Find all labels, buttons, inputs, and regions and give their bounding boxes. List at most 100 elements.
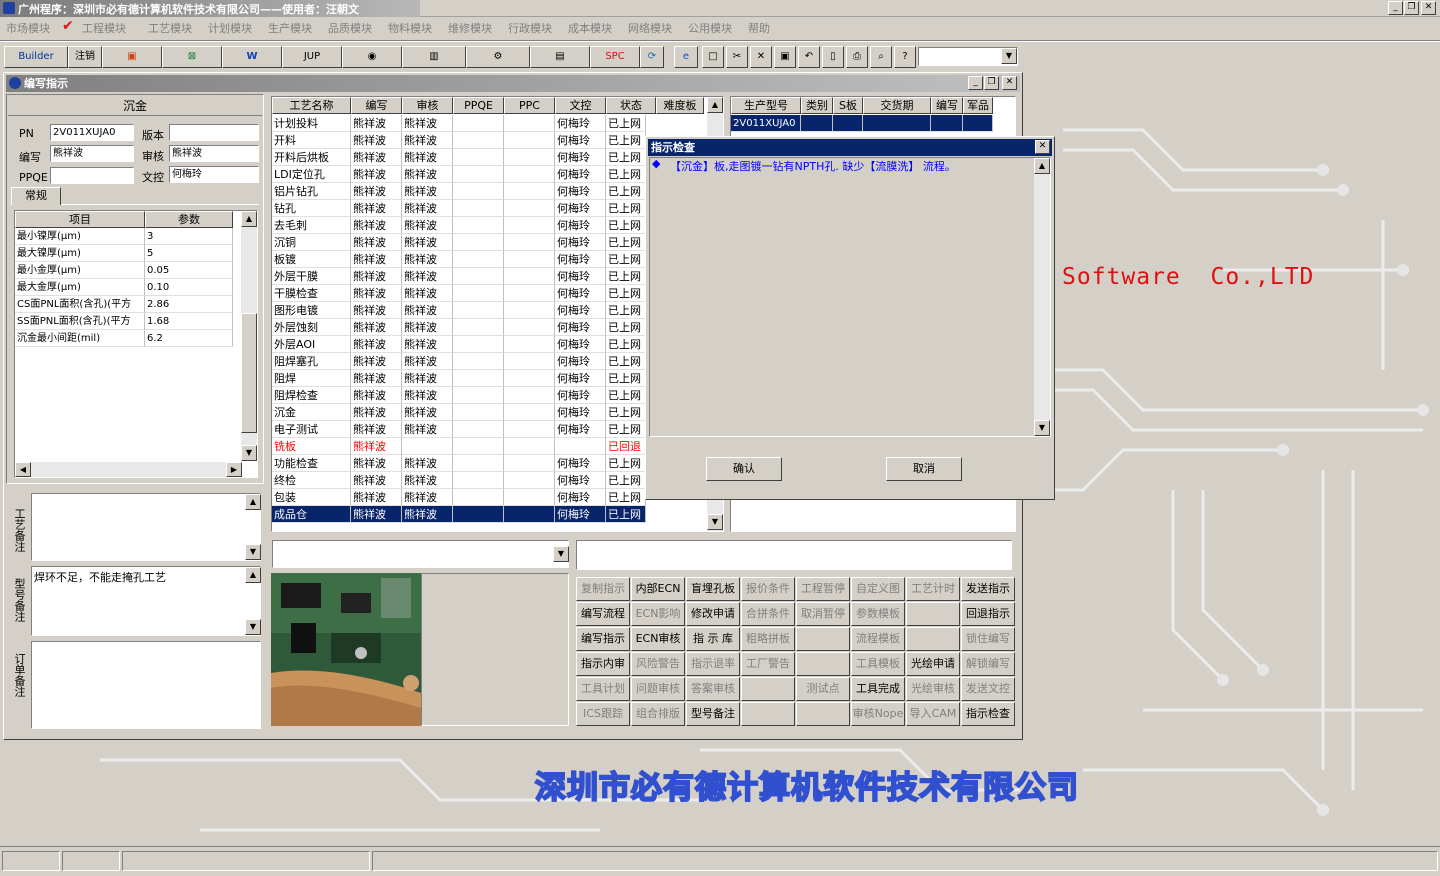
model-header[interactable]: 编写 xyxy=(931,97,963,114)
param-item[interactable]: SS面PNL面积(含孔)(平方 xyxy=(15,313,145,330)
process-cell[interactable]: 熊祥波 xyxy=(351,336,402,353)
menu-process[interactable]: 工艺模块 xyxy=(148,20,192,36)
param-value[interactable]: 6.2 xyxy=(145,330,233,347)
process-cell[interactable]: 熊祥波 xyxy=(402,404,453,421)
action-button[interactable]: ECN影响 xyxy=(631,602,685,626)
scroll-up-icon[interactable]: ▲ xyxy=(245,567,261,583)
process-cell[interactable] xyxy=(453,506,504,523)
process-cell[interactable]: 熊祥波 xyxy=(351,149,402,166)
process-header[interactable]: 状态 xyxy=(606,97,656,114)
process-cell[interactable]: 何梅玲 xyxy=(555,132,606,149)
scroll-right-icon[interactable]: ▶ xyxy=(226,462,242,477)
scroll-left-icon[interactable]: ◀ xyxy=(15,462,31,477)
param-value[interactable]: 3 xyxy=(145,228,233,245)
process-cell[interactable]: 何梅玲 xyxy=(555,336,606,353)
process-cell[interactable]: 阻焊塞孔 xyxy=(272,353,351,370)
process-cell[interactable]: 何梅玲 xyxy=(555,506,606,523)
process-cell[interactable]: 已上网 xyxy=(606,353,646,370)
process-cell[interactable]: 熊祥波 xyxy=(402,115,453,132)
writer-field[interactable]: 熊祥波 xyxy=(50,145,134,162)
action-button[interactable]: 取消暂停 xyxy=(796,602,850,626)
action-button[interactable]: 合拼条件 xyxy=(741,602,795,626)
process-cell[interactable] xyxy=(504,438,555,455)
computer-icon[interactable]: ▤ xyxy=(530,46,590,68)
action-button[interactable]: 光绘申请 xyxy=(906,652,960,676)
print-icon[interactable]: ⎙ xyxy=(846,46,868,68)
process-cell[interactable]: 已上网 xyxy=(606,421,646,438)
process-cell[interactable]: 熊祥波 xyxy=(351,353,402,370)
scroll-down-icon[interactable]: ▼ xyxy=(707,514,723,530)
jup-button[interactable]: JUP xyxy=(282,46,342,68)
process-header[interactable]: PPC xyxy=(504,97,555,114)
help-icon[interactable]: ? xyxy=(894,46,916,68)
scroll-down-icon[interactable]: ▼ xyxy=(245,619,261,635)
process-cell[interactable]: 何梅玲 xyxy=(555,149,606,166)
process-cell[interactable]: 已上网 xyxy=(606,166,646,183)
model-header[interactable]: S板 xyxy=(833,97,863,114)
process-cell[interactable]: 已上网 xyxy=(606,115,646,132)
process-cell[interactable]: 熊祥波 xyxy=(402,472,453,489)
process-cell[interactable] xyxy=(453,217,504,234)
process-cell[interactable] xyxy=(453,336,504,353)
action-button[interactable]: 报价条件 xyxy=(741,577,795,601)
process-cell[interactable]: 功能检查 xyxy=(272,455,351,472)
process-header[interactable]: 审核 xyxy=(402,97,453,114)
process-cell[interactable]: 成品仓 xyxy=(272,506,351,523)
process-cell[interactable]: 熊祥波 xyxy=(351,217,402,234)
process-cell[interactable] xyxy=(504,472,555,489)
action-button[interactable]: 内部ECN xyxy=(631,577,685,601)
process-cell[interactable]: 何梅玲 xyxy=(555,183,606,200)
param-value[interactable]: 2.86 xyxy=(145,296,233,313)
process-cell[interactable]: 熊祥波 xyxy=(351,285,402,302)
process-cell[interactable] xyxy=(453,370,504,387)
ppqe-field[interactable] xyxy=(50,167,134,184)
process-cell[interactable] xyxy=(453,404,504,421)
process-cell[interactable]: 熊祥波 xyxy=(402,285,453,302)
process-cell[interactable]: 熊祥波 xyxy=(351,251,402,268)
delete-icon[interactable]: ✕ xyxy=(750,46,772,68)
process-cell[interactable] xyxy=(453,251,504,268)
find-icon[interactable]: ⌕ xyxy=(870,46,892,68)
model-header[interactable]: 类别 xyxy=(801,97,833,114)
menu-admin[interactable]: 行政模块 xyxy=(508,20,552,36)
process-cell[interactable] xyxy=(453,302,504,319)
menu-production[interactable]: 生产模块 xyxy=(268,20,312,36)
param-item[interactable]: 最小金厚(μm) xyxy=(15,262,145,279)
action-button[interactable]: 盲埋孔板 xyxy=(686,577,740,601)
process-cell[interactable]: 已上网 xyxy=(606,217,646,234)
process-cell[interactable]: 铣板 xyxy=(272,438,351,455)
process-cell[interactable]: 熊祥波 xyxy=(402,183,453,200)
process-cell[interactable]: 已上网 xyxy=(606,404,646,421)
menu-help[interactable]: 帮助 xyxy=(748,20,770,36)
process-cell[interactable]: 已上网 xyxy=(606,234,646,251)
process-cell[interactable]: 熊祥波 xyxy=(402,234,453,251)
process-cell[interactable]: 何梅玲 xyxy=(555,404,606,421)
search-field[interactable] xyxy=(576,540,1012,570)
process-cell[interactable]: 已上网 xyxy=(606,183,646,200)
process-cell[interactable] xyxy=(453,234,504,251)
process-cell[interactable] xyxy=(453,200,504,217)
action-button[interactable]: 问题审核 xyxy=(631,677,685,701)
action-button[interactable]: 回退指示 xyxy=(961,602,1015,626)
action-button[interactable]: 导入CAM xyxy=(906,702,960,726)
process-cell[interactable] xyxy=(504,387,555,404)
process-cell[interactable]: 熊祥波 xyxy=(351,319,402,336)
process-combo[interactable] xyxy=(272,540,569,568)
param-item[interactable]: CS面PNL面积(含孔)(平方 xyxy=(15,296,145,313)
process-cell[interactable]: 熊祥波 xyxy=(351,370,402,387)
process-cell[interactable]: 何梅玲 xyxy=(555,353,606,370)
process-cell[interactable]: 熊祥波 xyxy=(402,387,453,404)
excel-icon[interactable]: ⊠ xyxy=(162,46,222,68)
scroll-up-icon[interactable]: ▲ xyxy=(245,494,261,510)
action-button[interactable] xyxy=(741,702,795,726)
process-cell[interactable] xyxy=(504,149,555,166)
process-cell[interactable]: 熊祥波 xyxy=(351,387,402,404)
process-cell[interactable]: 熊祥波 xyxy=(351,421,402,438)
action-button[interactable] xyxy=(796,627,850,651)
process-cell[interactable] xyxy=(453,472,504,489)
child-minimize-button[interactable]: _ xyxy=(968,76,983,90)
scroll-down-icon[interactable]: ▼ xyxy=(1034,420,1050,436)
process-cell[interactable]: 熊祥波 xyxy=(402,132,453,149)
action-button[interactable]: 工具计划 xyxy=(576,677,630,701)
process-cell[interactable] xyxy=(504,336,555,353)
